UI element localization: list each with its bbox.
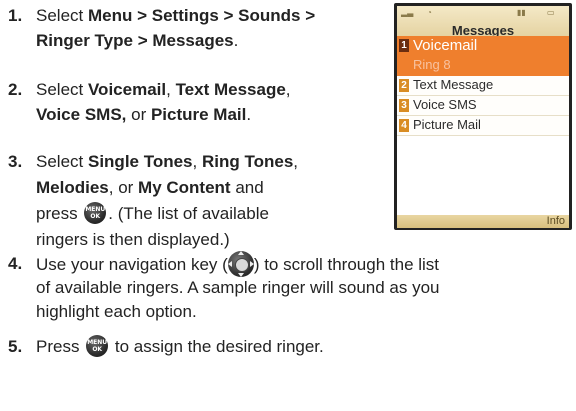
step-line: Melodies, or My Content and xyxy=(36,175,264,200)
menu-item-label: Voice SMS xyxy=(413,97,477,112)
ok-key-label: OK xyxy=(90,213,101,220)
menu-item-text-message[interactable]: 2 Text Message xyxy=(397,76,569,96)
menu-path-text: Ring Tones xyxy=(201,152,294,171)
step-text: . xyxy=(246,105,252,124)
step-text: Press xyxy=(36,337,85,356)
ok-key-label: OK xyxy=(92,346,103,353)
step-text: , xyxy=(192,152,202,171)
step-text: to assign the desired ringer. xyxy=(110,337,324,356)
step-text: or xyxy=(126,105,151,124)
step-text: , or xyxy=(108,178,139,197)
battery-icon: ▭ xyxy=(547,8,555,17)
step-text: , xyxy=(293,152,299,171)
menu-path-text: Voice SMS, xyxy=(36,105,127,124)
menu-path-text: Menu > Settings > Sounds > xyxy=(87,6,316,25)
step-text: of available ringers. A sample ringer wi… xyxy=(36,278,440,297)
menu-path-text: Voicemail xyxy=(87,80,167,99)
step-text: , xyxy=(166,80,176,99)
step-text: Select xyxy=(36,6,88,25)
menu-item-number: 3 xyxy=(399,99,409,112)
menu-path-text: Single Tones xyxy=(87,152,193,171)
menu-ok-key-icon: MENU OK xyxy=(84,202,107,224)
selected-ringer-label: Ring 8 xyxy=(413,57,451,72)
menu-path-text: Melodies xyxy=(36,178,109,197)
signal-icon: ▂▃ xyxy=(401,8,414,17)
step-text: Use your navigation key ( xyxy=(36,255,228,274)
softkey-bar: Info xyxy=(397,215,569,228)
navigation-key-icon xyxy=(227,251,254,277)
menu-ok-key-icon: MENU OK xyxy=(86,335,109,357)
step-text: and xyxy=(230,178,264,197)
step-text: . (The list of available xyxy=(108,204,269,223)
step-number: 1. xyxy=(8,6,23,25)
menu-item-number: 4 xyxy=(399,119,409,132)
step-line: Select Menu > Settings > Sounds > xyxy=(36,3,315,28)
step-line: Press MENU OK to assign the desired ringe… xyxy=(36,334,324,359)
step-text: highlight each option. xyxy=(36,302,197,321)
step-text: ringers is then displayed.) xyxy=(36,230,230,249)
step-line: Use your navigation key ( ) to scroll thr… xyxy=(36,251,439,277)
step-number: 2. xyxy=(8,80,23,99)
menu-path-text: Text Message xyxy=(175,80,286,99)
menu-item-number: 1 xyxy=(399,39,409,52)
menu-item-voice-sms[interactable]: 3 Voice SMS xyxy=(397,96,569,116)
step-line: Voice SMS, or Picture Mail. xyxy=(36,102,251,127)
ringer-menu-list: 1 Voicemail Ring 8 2 Text Message 3 Voice SMS 4… xyxy=(397,36,569,219)
step-line: highlight each option. xyxy=(36,299,197,324)
menu-item-voicemail[interactable]: 1 Voicemail Ring 8 xyxy=(397,36,569,76)
menu-path-text: Picture Mail xyxy=(150,105,247,124)
info-softkey[interactable]: Info xyxy=(547,215,565,227)
menu-item-number: 2 xyxy=(399,79,409,92)
step-line: Ringer Type > Messages. xyxy=(36,28,238,53)
menu-item-label: Text Message xyxy=(413,77,494,92)
step-text: ) to scroll through the list xyxy=(253,255,440,274)
step-number: 3. xyxy=(8,152,23,171)
phone-screenshot: ▂▃ ◔ ▮▮ ▭ Messages 1 Voicemail Ring 8 2 Text… xyxy=(394,3,572,230)
menu-path-text: Ringer Type > Messages xyxy=(36,31,234,50)
step-text: , xyxy=(285,80,291,99)
menu-item-label: Voicemail xyxy=(413,37,478,54)
step-text: Select xyxy=(36,80,88,99)
step-line: press MENU OK. (The list of available xyxy=(36,201,269,226)
menu-path-text: My Content xyxy=(138,178,231,197)
menu-item-picture-mail[interactable]: 4 Picture Mail xyxy=(397,116,569,136)
step-text: . xyxy=(233,31,239,50)
step-text: press xyxy=(36,204,83,223)
step-line: Select Voicemail, Text Message, xyxy=(36,77,291,102)
step-line: ringers is then displayed.) xyxy=(36,227,230,252)
step-line: of available ringers. A sample ringer wi… xyxy=(36,275,440,300)
indicator-icon: ▮▮ xyxy=(517,8,526,17)
step-number: 5. xyxy=(8,337,23,356)
status-bar: ▂▃ ◔ ▮▮ ▭ Messages xyxy=(397,6,569,38)
menu-item-label: Picture Mail xyxy=(413,117,481,132)
step-line: Select Single Tones, Ring Tones, xyxy=(36,149,298,174)
step-text: Select xyxy=(36,152,88,171)
alert-icon: ◔ xyxy=(427,8,432,17)
step-number: 4. xyxy=(8,254,23,273)
